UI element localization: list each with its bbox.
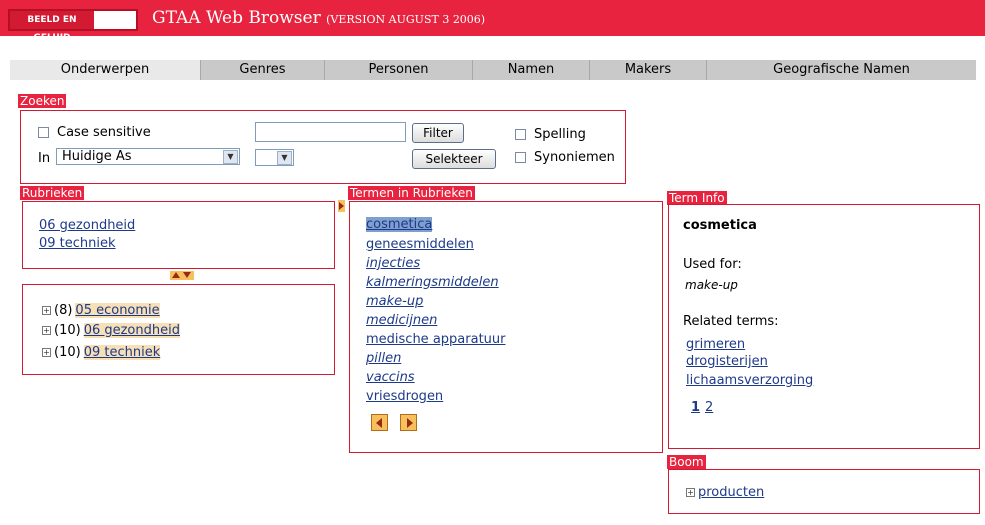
term-link[interactable]: make-up — [366, 294, 423, 309]
tree-node-link[interactable]: 05 economie — [75, 303, 160, 318]
chevron-down-icon: ▼ — [277, 151, 292, 165]
tree-node: + (8) 05 economie — [42, 303, 160, 318]
up-down-arrows-icon[interactable] — [170, 271, 194, 280]
related-terms-label: Related terms: — [683, 314, 779, 329]
term-link[interactable]: medicijnen — [366, 313, 437, 328]
plus-box-icon[interactable]: + — [42, 326, 51, 335]
prev-page-button[interactable] — [371, 414, 388, 431]
in-select[interactable]: Huidige As ▼ — [56, 148, 240, 165]
selected-rubriek-link[interactable]: 09 techniek — [39, 236, 116, 251]
tab-bar: Onderwerpen Genres Personen Namen Makers… — [10, 60, 976, 80]
term-link[interactable]: cosmetica — [366, 217, 433, 232]
tree-node-count: (10) — [54, 323, 81, 338]
spelling-checkbox[interactable] — [515, 129, 526, 140]
synonyms-label: Synoniemen — [534, 150, 615, 165]
term-info-title: cosmetica — [683, 218, 757, 233]
filter-input[interactable] — [255, 122, 406, 142]
related-term-link[interactable]: drogisterijen — [686, 354, 768, 369]
search-section-label: Zoeken — [18, 94, 67, 108]
termen-section-label: Termen in Rubrieken — [348, 186, 475, 200]
term-link[interactable]: kalmeringsmiddelen — [366, 275, 499, 290]
tree-node-link[interactable]: 06 gezondheid — [83, 323, 180, 338]
tab-personen[interactable]: Personen — [325, 60, 473, 80]
term-link[interactable]: pillen — [366, 351, 401, 366]
tree-node: + (10) 06 gezondheid — [42, 323, 180, 338]
tree-node-link[interactable]: 09 techniek — [83, 345, 161, 360]
case-sensitive-label: Case sensitive — [57, 125, 151, 140]
arrow-right-icon — [407, 418, 413, 428]
tab-namen[interactable]: Namen — [473, 60, 590, 80]
in-select-value: Huidige As — [62, 149, 132, 164]
tab-makers[interactable]: Makers — [590, 60, 707, 80]
select-button[interactable]: Selekteer — [412, 149, 496, 169]
chevron-down-icon: ▼ — [223, 150, 238, 164]
tree-node-count: (10) — [54, 345, 81, 360]
used-for-label: Used for: — [683, 257, 742, 272]
app-header — [0, 0, 985, 36]
boom-node-link[interactable]: producten — [698, 485, 764, 500]
app-title-text: GTAA Web Browser — [152, 8, 321, 28]
related-term-link[interactable]: lichaamsverzorging — [686, 373, 813, 388]
term-link[interactable]: medische apparatuur — [366, 332, 505, 347]
page-link[interactable]: 2 — [705, 400, 713, 415]
collapse-arrow-icon[interactable] — [338, 200, 345, 212]
tab-onderwerpen[interactable]: Onderwerpen — [10, 60, 201, 80]
plus-box-icon[interactable]: + — [686, 488, 695, 497]
filter-button[interactable]: Filter — [412, 123, 464, 143]
second-select[interactable]: ▼ — [255, 149, 294, 166]
spelling-label: Spelling — [534, 127, 586, 142]
arrow-left-icon — [376, 418, 382, 428]
related-term-link[interactable]: grimeren — [686, 337, 745, 352]
selected-rubriek-link[interactable]: 06 gezondheid — [39, 218, 135, 233]
app-title: GTAA Web Browser (VERSION AUGUST 3 2006) — [152, 8, 485, 28]
rubrieken-section-label: Rubrieken — [20, 186, 85, 200]
boom-tree-node: + producten — [686, 485, 764, 500]
term-link[interactable]: geneesmiddelen — [366, 237, 474, 252]
plus-box-icon[interactable]: + — [42, 306, 51, 315]
app-version: (VERSION AUGUST 3 2006) — [326, 13, 486, 26]
tree-node-count: (8) — [54, 303, 73, 318]
synonyms-checkbox[interactable] — [515, 152, 526, 163]
tab-genres[interactable]: Genres — [201, 60, 325, 80]
brand-logo: BEELD EN GELUID — [8, 9, 138, 43]
term-link[interactable]: vriesdrogen — [366, 389, 443, 404]
plus-box-icon[interactable]: + — [42, 348, 51, 357]
case-sensitive-checkbox[interactable] — [38, 127, 49, 138]
boom-section-label: Boom — [667, 455, 706, 469]
rubrieken-selected-panel — [22, 201, 335, 269]
used-for-value: make-up — [685, 278, 738, 292]
page-link[interactable]: 1 — [691, 400, 700, 415]
tree-node: + (10) 09 techniek — [42, 345, 161, 360]
in-label: In — [38, 151, 51, 166]
brand-logo-text: BEELD EN GELUID — [10, 11, 94, 43]
term-link[interactable]: injecties — [366, 256, 420, 271]
next-page-button[interactable] — [400, 414, 417, 431]
term-info-section-label: Term Info — [667, 191, 727, 205]
term-link[interactable]: vaccins — [366, 370, 415, 385]
tab-geografische-namen[interactable]: Geografische Namen — [707, 60, 976, 80]
